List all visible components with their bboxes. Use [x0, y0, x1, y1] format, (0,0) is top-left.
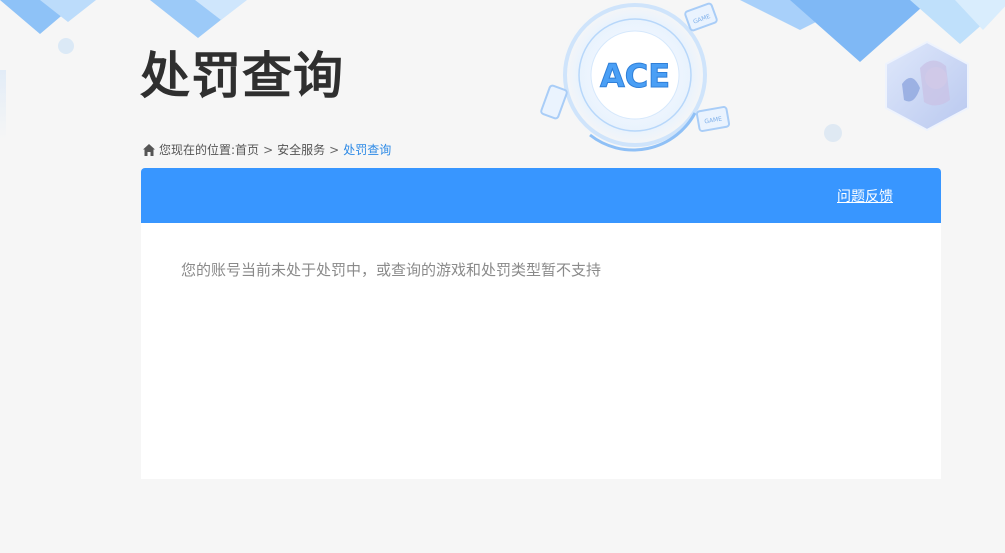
breadcrumb-separator: > — [263, 142, 274, 157]
svg-text:GAME: GAME — [704, 115, 723, 125]
breadcrumb-item-security-service[interactable]: 安全服务 — [277, 141, 325, 158]
panel-header: 问题反馈 — [141, 168, 941, 223]
side-decoration — [0, 70, 6, 140]
ace-logo-emblem: ACE GAME GAME — [540, 0, 731, 155]
result-message: 您的账号当前未处于处罚中，或查询的游戏和处罚类型暂不支持 — [181, 261, 602, 279]
breadcrumb-item-current: 处罚查询 — [343, 143, 392, 157]
character-avatar — [885, 40, 969, 132]
home-icon — [143, 143, 155, 156]
breadcrumb: 您现在的位置: 首页 > 安全服务 > 处罚查询 — [142, 141, 391, 158]
bubble-decoration — [824, 124, 842, 142]
feedback-link[interactable]: 问题反馈 — [837, 186, 893, 206]
breadcrumb-item-home[interactable]: 首页 — [235, 141, 259, 158]
top-right-decoration — [740, 0, 1005, 70]
breadcrumb-separator: > — [329, 142, 340, 157]
panel-body: 您的账号当前未处于处罚中，或查询的游戏和处罚类型暂不支持 — [141, 223, 941, 479]
svg-text:GAME: GAME — [692, 13, 711, 26]
ace-logo-text: ACE — [600, 57, 670, 95]
breadcrumb-prefix: 您现在的位置: — [159, 143, 236, 157]
page-title: 处罚查询 — [140, 47, 344, 105]
